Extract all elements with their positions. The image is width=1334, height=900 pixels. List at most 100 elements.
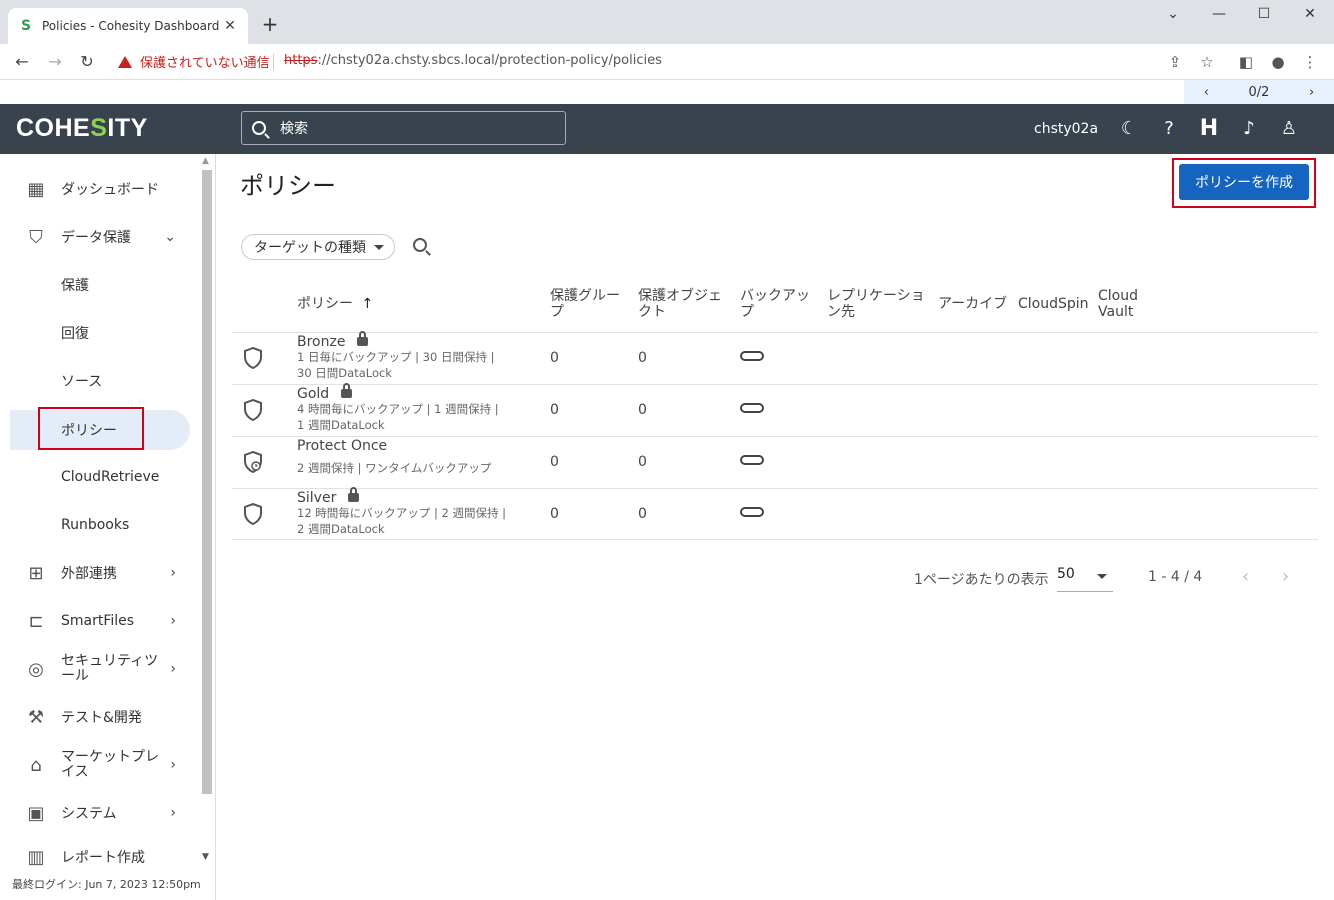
tab-search-icon[interactable]: ⌄ — [1158, 6, 1188, 22]
sidebar-item-dashboard[interactable]: ▦ ダッシュボード — [10, 169, 190, 209]
maximize-icon[interactable]: ☐ — [1249, 6, 1279, 22]
browser-tab[interactable]: S Policies - Cohesity Dashboard ✕ — [8, 8, 248, 44]
previous-page-icon[interactable]: ‹ — [1242, 566, 1249, 587]
bookmark-star-icon[interactable]: ☆ — [1197, 52, 1217, 72]
page-range: 1 - 4 / 4 — [1148, 569, 1203, 585]
column-header-cloud-vault[interactable]: Cloud Vault — [1098, 288, 1138, 320]
back-icon[interactable]: ← — [12, 52, 32, 72]
sidebar-item-data-protection[interactable]: ⛉ データ保護 ⌄ — [10, 217, 190, 257]
cohesity-logo[interactable]: COHESITY — [16, 114, 148, 143]
tab-title: Policies - Cohesity Dashboard — [42, 19, 220, 33]
health-icon[interactable]: H — [1197, 118, 1221, 140]
forward-icon[interactable]: → — [45, 52, 65, 72]
policy-name-text: Silver — [297, 490, 337, 506]
table-row[interactable]: Protect Once 2 週間保持 | ワンタイムバックアップ 0 0 — [232, 436, 1318, 488]
lock-icon — [348, 487, 360, 502]
table-row[interactable]: Silver 12 時間毎にバックアップ | 2 週間保持 | 2 週間DataL… — [232, 487, 1318, 540]
sidebar-item-security-tools[interactable]: ◎ セキュリティツ ール › — [10, 649, 190, 689]
description-line-2: 1 週間DataLock — [297, 418, 385, 432]
protection-groups-count: 0 — [550, 350, 559, 366]
sidebar-item-marketplace[interactable]: ⌂ マーケットプレ イス › — [10, 745, 190, 785]
description-line-1: 4 時間毎にバックアップ | 1 週間保持 | — [297, 402, 499, 416]
wrench-icon: ⚒ — [27, 706, 45, 728]
table-row[interactable]: Gold 4 時間毎にバックアップ | 1 週間保持 | 1 週間DataLock… — [232, 383, 1318, 436]
sidebar-item-label: レポート作成 — [61, 850, 145, 866]
next-page-icon[interactable]: › — [1282, 566, 1289, 587]
scroll-up-icon[interactable]: ▲ — [202, 156, 209, 166]
app-header: COHESITY 検索 chsty02a ☾ ? H ♪ ♙ — [0, 104, 1334, 154]
notification-bell-icon[interactable]: ♪ — [1237, 118, 1261, 140]
minimize-icon[interactable]: — — [1204, 6, 1234, 22]
target-type-filter[interactable]: ターゲットの種類 — [241, 234, 395, 260]
tab-close-icon[interactable]: ✕ — [222, 18, 238, 34]
column-label-line-1: Cloud — [1098, 288, 1138, 304]
side-panel-icon[interactable]: ◧ — [1236, 52, 1256, 72]
column-header-cloudspin[interactable]: CloudSpin — [1018, 296, 1089, 312]
column-header-archive[interactable]: アーカイブ — [938, 296, 1007, 312]
sidebar-item-smartfiles[interactable]: ⊏ SmartFiles › — [10, 601, 190, 641]
cluster-name[interactable]: chsty02a — [1034, 121, 1098, 137]
new-tab-button[interactable]: + — [260, 14, 280, 34]
global-search-input[interactable]: 検索 — [241, 111, 566, 145]
sidebar-item-protection[interactable]: 保護 — [10, 265, 190, 305]
description-line-2: 2 週間DataLock — [297, 522, 385, 536]
dark-mode-moon-icon[interactable]: ☾ — [1117, 118, 1141, 140]
column-header-protected-objects[interactable]: 保護オブジェ クト — [638, 288, 728, 320]
sidebar-item-label: システム — [61, 806, 117, 822]
security-warning[interactable]: 保護されていない通信 — [118, 52, 270, 71]
chevron-right-icon: › — [170, 661, 176, 677]
sidebar-item-system[interactable]: ▣ システム › — [10, 793, 190, 833]
browser-toolbar: ← → ↻ 保護されていない通信 https://chsty02a.chsty.… — [0, 44, 1334, 80]
url-divider — [273, 54, 274, 70]
sidebar-scrollbar[interactable]: ▲ ▼ — [200, 156, 214, 870]
sidebar-item-runbooks[interactable]: Runbooks — [10, 505, 190, 545]
sidebar-item-integrations[interactable]: ⊞ 外部連携 › — [10, 553, 190, 593]
scroll-down-icon[interactable]: ▼ — [202, 852, 209, 862]
label-line-2: ール — [61, 668, 89, 684]
column-header-protection-groups[interactable]: 保護グループ — [550, 288, 634, 320]
close-window-icon[interactable]: ✕ — [1295, 6, 1325, 22]
caret-down-icon — [1097, 574, 1107, 579]
chevron-right-icon: › — [170, 757, 176, 773]
warning-icon — [118, 55, 132, 68]
sidebar-item-recovery[interactable]: 回復 — [10, 313, 190, 353]
last-login-text: 最終ログイン: Jun 7, 2023 12:50pm — [12, 878, 201, 891]
report-icon: ▥ — [27, 846, 45, 868]
column-header-policy[interactable]: ポリシー ↑ — [297, 296, 373, 312]
find-next-icon[interactable]: › — [1309, 85, 1314, 100]
scrollbar-thumb[interactable] — [202, 170, 212, 794]
user-account-icon[interactable]: ♙ — [1277, 118, 1301, 140]
policy-name[interactable]: Silver — [297, 487, 360, 506]
find-prev-icon[interactable]: ‹ — [1204, 85, 1209, 100]
sidebar-item-label: マーケットプレ イス — [61, 750, 159, 780]
sidebar-item-cloudretrieve[interactable]: CloudRetrieve — [10, 457, 190, 497]
per-page-select[interactable]: 50 — [1057, 566, 1113, 592]
page-title: ポリシー — [240, 172, 336, 200]
security-warning-text: 保護されていない通信 — [140, 56, 270, 71]
sidebar-item-sources[interactable]: ソース — [10, 361, 190, 401]
policy-description: 4 時間毎にバックアップ | 1 週間保持 | 1 週間DataLock — [297, 401, 499, 433]
protection-groups-count: 0 — [550, 506, 559, 522]
policy-name[interactable]: Bronze — [297, 331, 369, 350]
profile-icon[interactable]: ● — [1268, 52, 1288, 72]
highlight-box-create — [1172, 158, 1316, 208]
reload-icon[interactable]: ↻ — [77, 52, 97, 72]
address-bar[interactable]: https://chsty02a.chsty.sbcs.local/protec… — [284, 53, 662, 68]
table-row[interactable]: Bronze 1 日毎にバックアップ | 30 日間保持 | 30 日間DataL… — [232, 331, 1318, 384]
help-icon[interactable]: ? — [1157, 118, 1181, 140]
browser-titlebar: S Policies - Cohesity Dashboard ✕ + ⌄ — … — [0, 0, 1334, 44]
menu-icon[interactable]: ⋮ — [1300, 52, 1320, 72]
column-header-backup[interactable]: バックアップ — [740, 288, 824, 320]
share-icon[interactable]: ⇪ — [1165, 52, 1185, 72]
policy-name[interactable]: Protect Once — [297, 438, 387, 454]
sidebar-item-reports[interactable]: ▥ レポート作成 — [10, 841, 190, 873]
column-label-line-1: 保護オブジェ — [638, 288, 722, 304]
policy-name[interactable]: Gold — [297, 383, 353, 402]
column-label: ポリシー — [297, 296, 353, 312]
search-icon[interactable] — [413, 238, 427, 252]
column-header-replication[interactable]: レプリケーショ ン先 — [827, 288, 931, 320]
chevron-right-icon: › — [170, 613, 176, 629]
column-label-line-1: レプリケーショ — [827, 288, 925, 304]
sidebar-item-test-dev[interactable]: ⚒ テスト&開発 — [10, 697, 190, 737]
description-line-1: 12 時間毎にバックアップ | 2 週間保持 | — [297, 506, 506, 520]
